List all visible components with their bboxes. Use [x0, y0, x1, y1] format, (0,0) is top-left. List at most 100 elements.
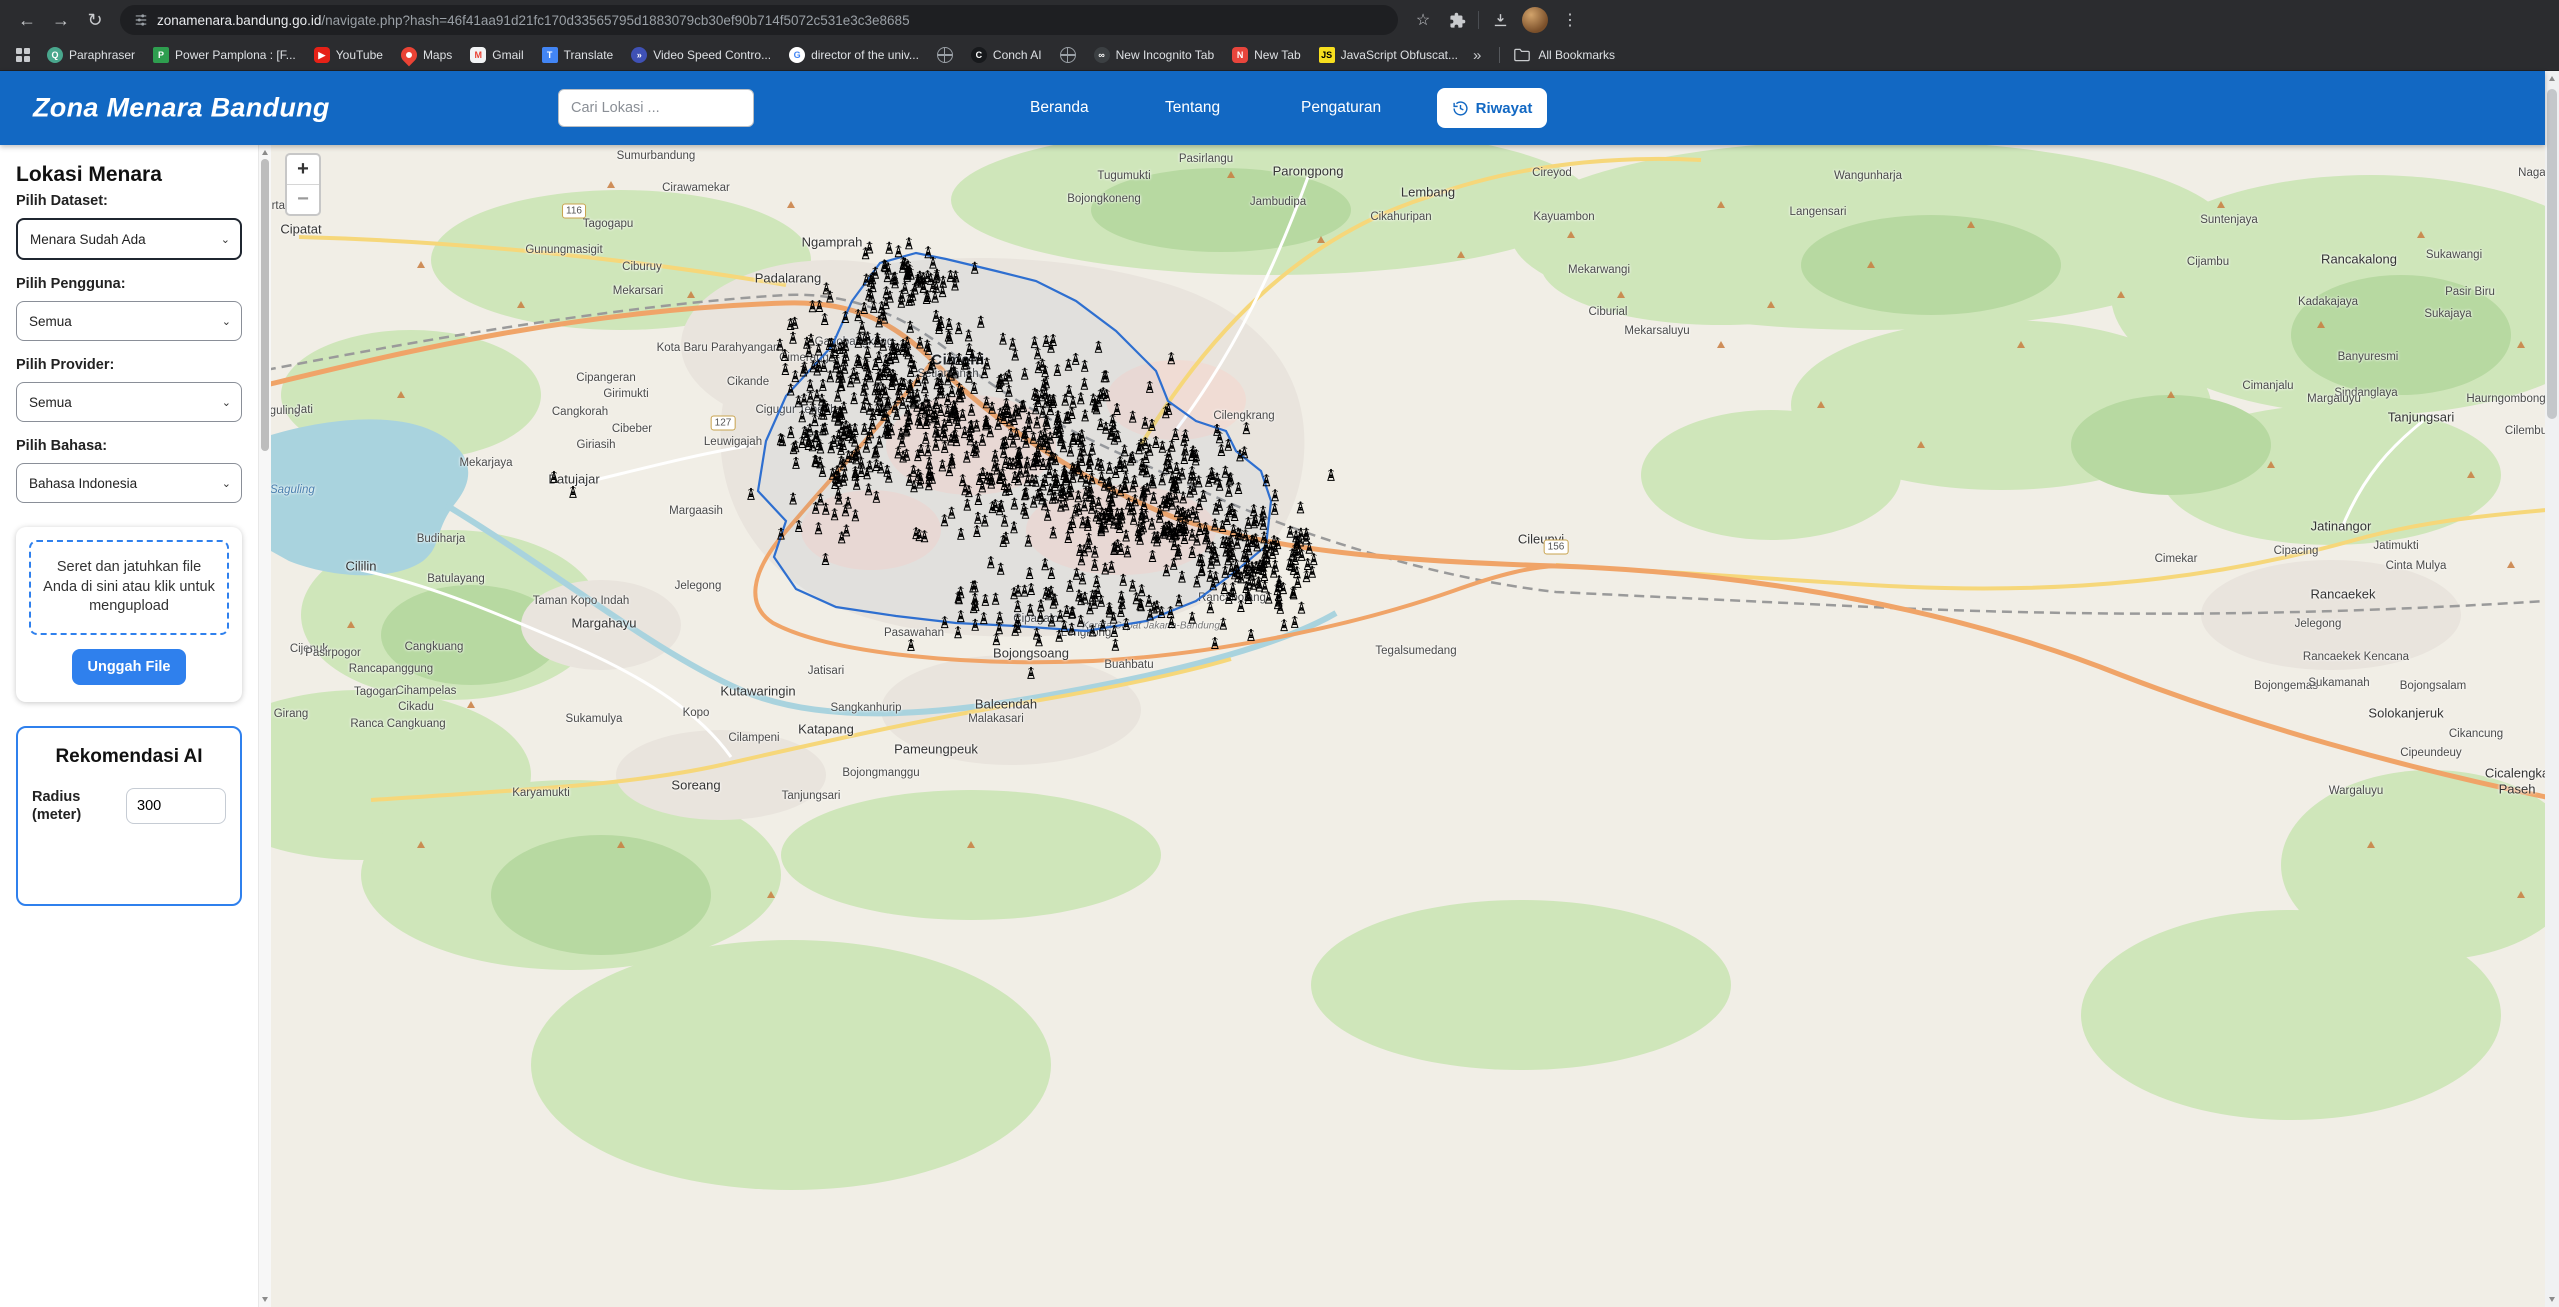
tower-marker[interactable] [905, 237, 912, 249]
bookmark-item[interactable]: ∞New Incognito Tab [1087, 45, 1222, 65]
downloads-icon[interactable] [1483, 3, 1517, 37]
tower-marker[interactable] [1112, 639, 1119, 651]
tower-marker[interactable] [1287, 526, 1294, 538]
tower-marker[interactable] [1241, 446, 1248, 458]
tower-marker[interactable] [895, 245, 902, 257]
tower-marker[interactable] [1265, 592, 1272, 604]
bookmark-item[interactable]: Gdirector of the univ... [782, 45, 926, 65]
scroll-up-arrow[interactable] [262, 150, 268, 155]
tower-marker[interactable] [805, 345, 812, 357]
tower-marker[interactable] [1309, 566, 1316, 578]
tower-marker[interactable] [1304, 558, 1311, 570]
bookmark-item[interactable]: Maps [394, 45, 459, 65]
scroll-up-arrow[interactable] [2549, 76, 2555, 81]
tower-marker[interactable] [1280, 619, 1287, 631]
tower-marker[interactable] [886, 242, 893, 254]
tower-marker[interactable] [823, 282, 830, 294]
address-bar[interactable]: zonamenara.bandung.go.id/navigate.php?ha… [120, 5, 1398, 35]
tower-marker[interactable] [1189, 612, 1196, 624]
bookmark-item[interactable]: QParaphraser [40, 45, 142, 65]
bookmark-item[interactable]: ▶YouTube [307, 45, 390, 65]
tower-marker[interactable] [1243, 422, 1250, 434]
bookmark-item[interactable]: MGmail [463, 45, 530, 65]
zoom-in-button[interactable]: + [287, 155, 319, 184]
tower-marker[interactable] [907, 639, 914, 651]
apps-grid-icon[interactable] [16, 48, 30, 62]
tower-marker[interactable] [993, 633, 1000, 645]
nav-pengaturan[interactable]: Pengaturan [1301, 99, 1381, 117]
bookmark-item[interactable]: CConch AI [964, 45, 1049, 65]
tower-marker[interactable] [1298, 602, 1305, 614]
history-icon [1452, 100, 1469, 117]
bookmark-label: Power Pamplona : [F... [175, 48, 296, 62]
bookmark-item[interactable] [1053, 45, 1083, 65]
bookmarks-overflow-chevron[interactable]: » [1465, 47, 1489, 64]
tower-marker[interactable] [792, 370, 799, 382]
tower-marker[interactable] [826, 290, 833, 302]
bookmark-item[interactable]: »Video Speed Contro... [624, 45, 778, 65]
tower-marker[interactable] [1220, 618, 1227, 630]
tower-marker[interactable] [1327, 469, 1334, 481]
tower-marker[interactable] [809, 300, 816, 312]
tower-marker[interactable] [1247, 629, 1254, 641]
provider-select[interactable]: Semua ⌄ [16, 382, 242, 422]
tower-marker[interactable] [1168, 352, 1175, 364]
tower-marker[interactable] [1207, 601, 1214, 613]
tower-marker[interactable] [954, 626, 961, 638]
tower-marker[interactable] [1027, 667, 1034, 679]
extensions-puzzle-icon[interactable] [1440, 3, 1474, 37]
tower-marker[interactable] [1271, 503, 1278, 515]
tower-marker[interactable] [569, 486, 576, 498]
tower-marker[interactable] [1221, 582, 1228, 594]
user-select[interactable]: Semua ⌄ [16, 301, 242, 341]
menu-kebab-icon[interactable]: ⋮ [1553, 3, 1587, 37]
forward-icon[interactable]: → [44, 3, 78, 37]
tower-marker[interactable] [1211, 637, 1218, 649]
tower-marker[interactable] [807, 333, 814, 345]
bookmark-item[interactable]: JSJavaScript Obfuscat... [1312, 45, 1465, 65]
tower-marker[interactable] [816, 300, 823, 312]
history-button-label: Riwayat [1476, 100, 1533, 117]
tower-marker[interactable] [821, 313, 828, 325]
tower-marker[interactable] [866, 241, 873, 253]
sidebar-scrollbar-thumb[interactable] [261, 159, 269, 451]
dataset-select[interactable]: Menara Sudah Ada ⌄ [16, 218, 242, 260]
tower-marker[interactable] [781, 349, 788, 361]
bookmark-item[interactable]: PPower Pamplona : [F... [146, 45, 303, 65]
map[interactable]: SumurbandungPasirlanguCirawamekarTugumuk… [271, 145, 2545, 1307]
tower-marker[interactable] [550, 471, 557, 483]
page-scrollbar-thumb[interactable] [2547, 89, 2557, 419]
bookmark-star-icon[interactable]: ☆ [1406, 3, 1440, 37]
location-search-input[interactable] [558, 89, 754, 127]
tower-marker[interactable] [1310, 553, 1317, 565]
all-bookmarks[interactable]: All Bookmarks [1493, 47, 1615, 63]
back-icon[interactable]: ← [10, 3, 44, 37]
tower-marker[interactable] [1237, 600, 1244, 612]
scroll-down-arrow[interactable] [262, 1297, 268, 1302]
tower-marker[interactable] [776, 338, 783, 350]
bookmark-item[interactable] [930, 45, 960, 65]
bookmark-item[interactable]: TTranslate [535, 45, 621, 65]
tower-marker[interactable] [815, 343, 822, 355]
sidebar-scrollbar[interactable] [258, 145, 271, 1307]
radius-input[interactable] [126, 788, 226, 824]
history-button[interactable]: Riwayat [1437, 88, 1547, 128]
tower-marker[interactable] [747, 488, 754, 500]
reload-icon[interactable]: ↻ [78, 3, 112, 37]
zoom-out-button[interactable]: − [287, 184, 319, 214]
tower-marker[interactable] [1297, 501, 1304, 513]
tower-marker[interactable] [789, 332, 796, 344]
tower-marker[interactable] [1291, 616, 1298, 628]
tower-marker[interactable] [782, 363, 789, 375]
file-dropzone[interactable]: Seret dan jatuhkan file Anda di sini ata… [29, 540, 229, 635]
upload-file-button[interactable]: Unggah File [72, 649, 187, 685]
tower-marker[interactable] [1271, 489, 1278, 501]
profile-avatar[interactable] [1522, 7, 1548, 33]
page-scrollbar[interactable] [2545, 71, 2559, 1307]
language-select[interactable]: Bahasa Indonesia ⌄ [16, 463, 242, 503]
bookmark-item[interactable]: NNew Tab [1225, 45, 1307, 65]
nav-beranda[interactable]: Beranda [1030, 99, 1089, 117]
nav-tentang[interactable]: Tentang [1165, 99, 1220, 117]
site-info-icon[interactable] [134, 13, 148, 27]
scroll-down-arrow[interactable] [2549, 1297, 2555, 1302]
